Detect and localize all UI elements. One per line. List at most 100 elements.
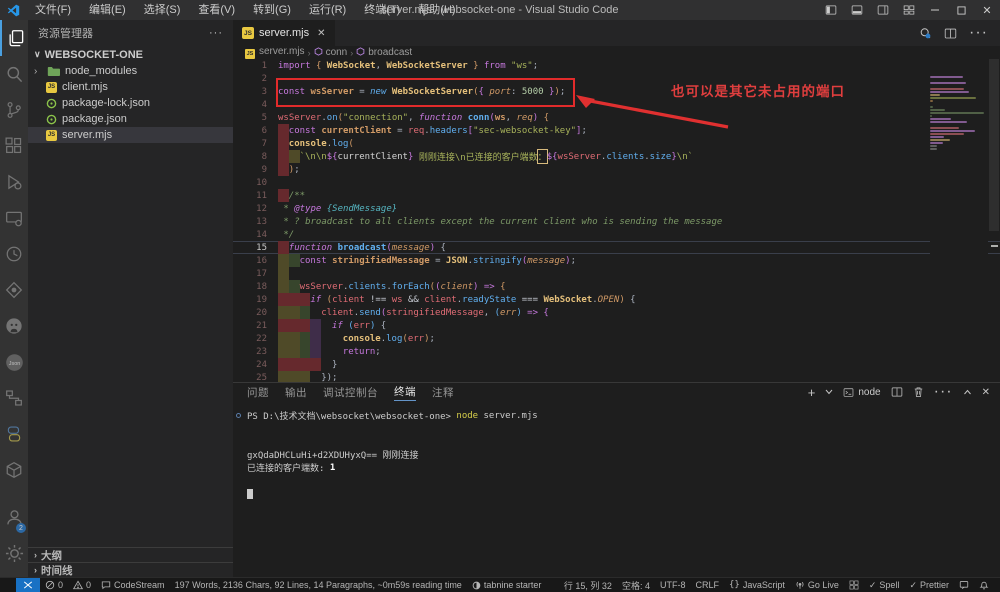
status-eol[interactable]: CRLF [690, 578, 724, 592]
explorer-root-folder[interactable]: ∨ WEBSOCKET-ONE [28, 46, 233, 63]
code-line[interactable]: 13* ? broadcast to all clients except th… [233, 215, 1000, 228]
breadcrumb[interactable]: JSserver.mjs›conn›broadcast [233, 46, 1000, 59]
breadcrumb-symbol[interactable]: conn [314, 47, 348, 58]
code-line[interactable]: 20client.send(stringifiedMessage, (err) … [233, 306, 1000, 319]
menu-item[interactable]: 文件(F) [26, 0, 80, 20]
status-encoding[interactable]: UTF-8 [655, 578, 691, 592]
remote-explorer-icon[interactable] [0, 200, 28, 236]
open-search-icon[interactable] [919, 27, 932, 40]
code-line[interactable]: 22console.log(err); [233, 332, 1000, 345]
file-tree-item[interactable]: JSserver.mjs [28, 127, 233, 143]
breadcrumb-symbol[interactable]: broadcast [356, 47, 412, 58]
code-line[interactable]: 12* @type {SendMessage} [233, 202, 1000, 215]
menu-item[interactable]: 运行(R) [300, 0, 355, 20]
github-icon[interactable] [0, 308, 28, 344]
editor-more-actions-icon[interactable]: ··· [969, 24, 988, 42]
explorer-icon[interactable] [0, 20, 28, 56]
close-button[interactable]: ✕ [974, 0, 1000, 20]
code-line[interactable]: 16const stringifiedMessage = JSON.string… [233, 254, 1000, 267]
new-terminal-icon[interactable]: + [808, 385, 816, 400]
code-line[interactable]: 8`\n\n${currentClient} 刚刚连接\n已连接的客户端数：${… [233, 150, 1000, 163]
tab-close-icon[interactable]: ✕ [317, 28, 325, 39]
timeline-section[interactable]: ›时间线 [28, 562, 233, 577]
status-prettier[interactable]: ✓Prettier [904, 578, 954, 592]
code-line[interactable]: 23return; [233, 345, 1000, 358]
status-codestream[interactable]: CodeStream [96, 578, 170, 592]
status-notifications[interactable] [974, 578, 994, 592]
editor-scrollbar[interactable] [988, 59, 1000, 382]
kill-terminal-icon[interactable] [913, 386, 924, 398]
python-icon[interactable] [0, 416, 28, 452]
file-tree-item[interactable]: JSclient.mjs [28, 79, 233, 95]
status-feedback[interactable] [954, 578, 974, 592]
file-tree-item[interactable]: ›node_modules [28, 63, 233, 79]
customize-layout-icon[interactable] [896, 0, 922, 20]
code-line[interactable]: 17 [233, 267, 1000, 280]
code-line[interactable]: 24} [233, 358, 1000, 371]
extensions-icon[interactable] [0, 128, 28, 164]
accounts-icon[interactable]: 2 [0, 499, 28, 535]
menu-item[interactable]: 选择(S) [135, 0, 190, 20]
status-tabnine[interactable]: tabnine starter [467, 578, 547, 592]
remote-indicator[interactable] [16, 578, 40, 592]
package-box-icon[interactable] [0, 452, 28, 488]
file-tree-item[interactable]: package-lock.json [28, 95, 233, 111]
code-line[interactable]: 9); [233, 163, 1000, 176]
menu-item[interactable]: 转到(G) [244, 0, 300, 20]
minimize-button[interactable] [922, 0, 948, 20]
run-debug-icon[interactable] [0, 164, 28, 200]
code-line[interactable]: 14*/ [233, 228, 1000, 241]
terminal-dropdown-icon[interactable] [825, 389, 833, 395]
breadcrumb-file[interactable]: JSserver.mjs [245, 46, 305, 59]
outline-section[interactable]: ›大纲 [28, 547, 233, 562]
source-control-icon[interactable] [0, 92, 28, 128]
status-word-count[interactable]: 197 Words, 2136 Chars, 92 Lines, 14 Para… [170, 578, 467, 592]
maximize-button[interactable] [948, 0, 974, 20]
file-tree-item[interactable]: package.json [28, 111, 233, 127]
code-line[interactable]: 3const wsServer = new WebSocketServer({ … [233, 85, 1000, 98]
code-line[interactable]: 10 [233, 176, 1000, 189]
panel-tab-调试控制台[interactable]: 调试控制台 [323, 383, 378, 401]
settings-gear-icon[interactable] [0, 535, 28, 571]
minimap[interactable] [930, 59, 988, 382]
status-warnings[interactable]: 0 [68, 578, 96, 592]
code-line[interactable]: 11/** [233, 189, 1000, 202]
codestream-icon[interactable] [0, 272, 28, 308]
tab-server-mjs[interactable]: JS server.mjs ✕ [233, 20, 335, 46]
code-line[interactable]: 25}); [233, 371, 1000, 382]
status-spell[interactable]: ✓Spell [864, 578, 905, 592]
menu-item[interactable]: 查看(V) [189, 0, 244, 20]
search-icon[interactable] [0, 56, 28, 92]
code-editor[interactable]: 1import { WebSocket, WebSocketServer } f… [233, 59, 1000, 382]
status-go-live[interactable]: Go Live [790, 578, 844, 592]
code-line[interactable]: 19if (client !== ws && client.readyState… [233, 293, 1000, 306]
layout-panel-icon[interactable] [844, 0, 870, 20]
code-line[interactable]: 18wsServer.clients.forEach((client) => { [233, 280, 1000, 293]
terminal[interactable]: PS D:\技术文档\websocket\websocket-one> node… [233, 401, 1000, 577]
flowchart-icon[interactable] [0, 380, 28, 416]
panel-more-actions-icon[interactable]: ··· [934, 383, 953, 401]
code-line[interactable]: 2 [233, 72, 1000, 85]
split-editor-icon[interactable] [944, 27, 957, 40]
json-tool-icon[interactable]: Json [0, 344, 28, 380]
code-line[interactable]: 21if (err) { [233, 319, 1000, 332]
status-language-mode[interactable]: {}JavaScript [724, 578, 790, 592]
code-line[interactable]: 1import { WebSocket, WebSocketServer } f… [233, 59, 1000, 72]
maximize-panel-icon[interactable] [963, 389, 972, 395]
layout-sidebar-right-icon[interactable] [870, 0, 896, 20]
code-line[interactable]: 4 [233, 98, 1000, 111]
terminal-instance[interactable]: node [843, 387, 880, 398]
menu-item[interactable]: 编辑(E) [80, 0, 135, 20]
code-line[interactable]: 15function broadcast(message) { [233, 241, 1000, 254]
panel-tab-终端[interactable]: 终端 [394, 383, 416, 401]
status-cursor-position[interactable]: 行 15, 列 32 [559, 578, 617, 592]
menu-item[interactable]: 终端(T) [355, 0, 409, 20]
explorer-more-actions-icon[interactable]: ··· [209, 27, 223, 39]
status-indentation[interactable]: 空格: 4 [617, 578, 655, 592]
panel-tab-问题[interactable]: 问题 [247, 383, 269, 401]
close-panel-icon[interactable]: ✕ [982, 387, 990, 398]
timeline-clock-icon[interactable] [0, 236, 28, 272]
code-line[interactable]: 5wsServer.on("connection", function conn… [233, 111, 1000, 124]
split-terminal-icon[interactable] [891, 386, 903, 398]
panel-tab-注释[interactable]: 注释 [432, 383, 454, 401]
